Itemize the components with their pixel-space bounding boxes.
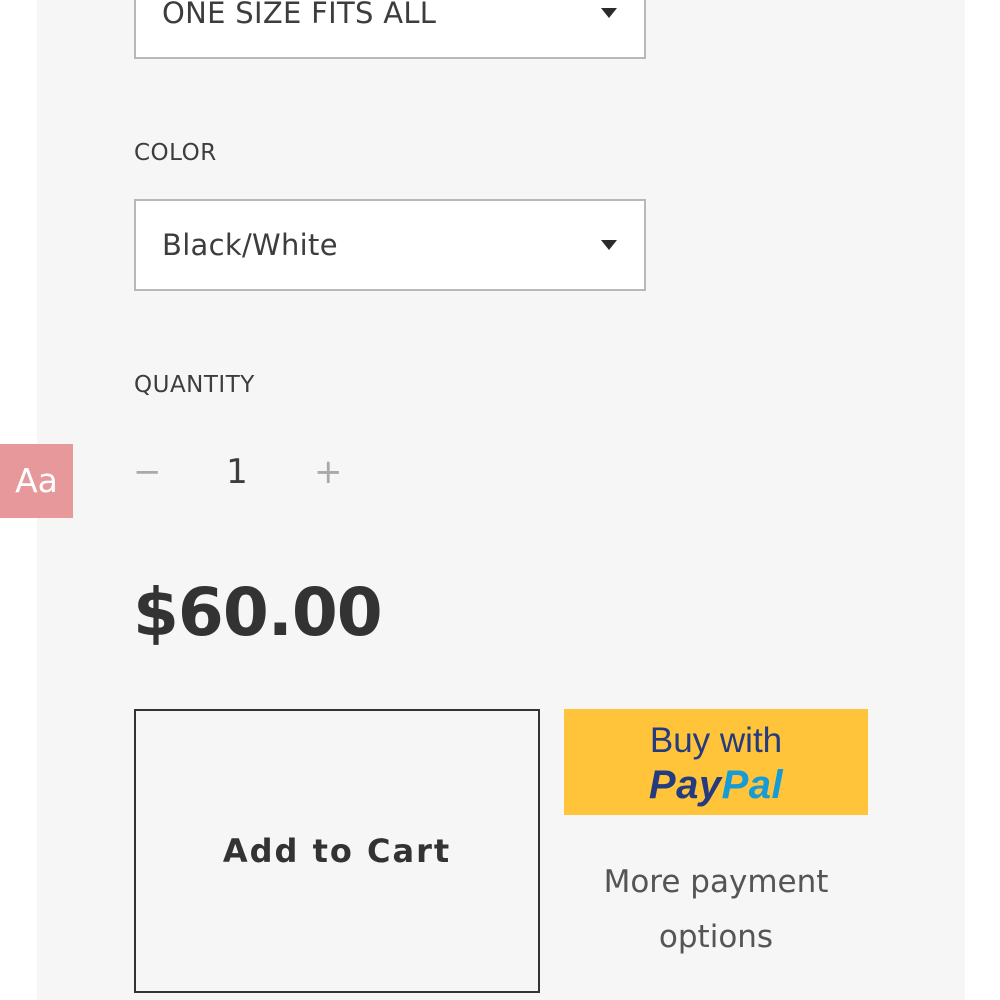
quantity-decrement-button[interactable]: −: [133, 452, 162, 492]
quantity-increment-button[interactable]: +: [314, 452, 343, 492]
size-select-value: ONE SIZE FITS ALL: [162, 0, 437, 30]
add-to-cart-label: Add to Cart: [222, 832, 452, 870]
add-to-cart-button[interactable]: Add to Cart: [134, 709, 540, 993]
size-select[interactable]: ONE SIZE FITS ALL: [134, 0, 646, 59]
paypal-logo-pay: Pay: [648, 763, 722, 807]
color-select-value: Black/White: [162, 228, 338, 262]
paypal-logo: PayPal: [564, 762, 868, 808]
quantity-value[interactable]: 1: [226, 452, 248, 492]
paypal-buy-button[interactable]: Buy with PayPal: [564, 709, 868, 815]
paypal-logo-pal: Pal: [721, 763, 784, 807]
product-price: $60.00: [133, 574, 383, 651]
more-payment-options-link[interactable]: More payment options: [564, 855, 868, 965]
color-select[interactable]: Black/White: [134, 199, 646, 291]
quantity-label: QUANTITY: [134, 372, 255, 398]
color-label: COLOR: [134, 140, 217, 166]
chevron-down-icon: [601, 8, 617, 18]
paypal-prefix-label: Buy with: [649, 721, 783, 760]
chevron-down-icon: [601, 240, 617, 250]
font-size-toggle-button[interactable]: Aa: [0, 444, 73, 518]
